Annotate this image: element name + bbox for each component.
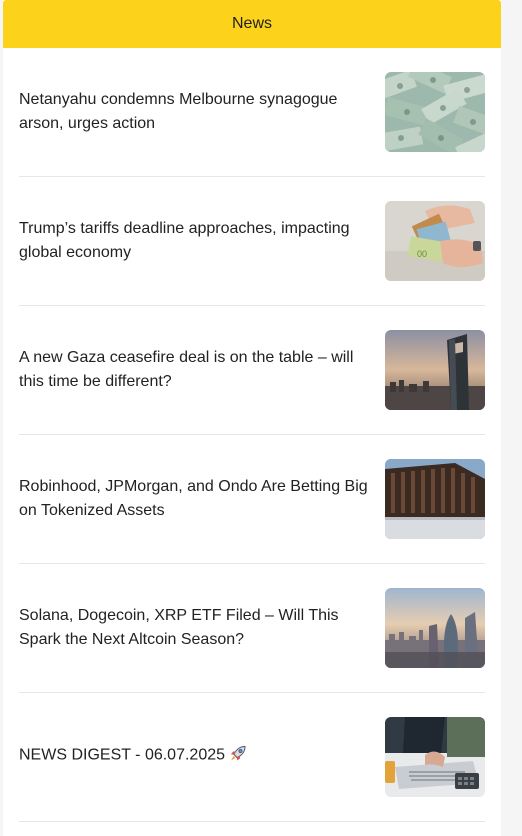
news-widget: News Netanyahu condemns Melbourne synago… <box>3 0 501 836</box>
london-skyline-image[interactable] <box>385 588 485 668</box>
news-item-title[interactable]: Netanyahu condemns Melbourne synagogue a… <box>19 88 371 136</box>
news-item[interactable]: Robinhood, JPMorgan, and Ondo Are Bettin… <box>19 435 485 564</box>
news-list: Netanyahu condemns Melbourne synagogue a… <box>19 48 485 822</box>
svg-text:00: 00 <box>417 249 427 259</box>
news-item-title[interactable]: A new Gaza ceasefire deal is on the tabl… <box>19 346 371 394</box>
news-item-title[interactable]: Robinhood, JPMorgan, and Ondo Are Bettin… <box>19 475 371 523</box>
header-title: News <box>231 15 272 32</box>
news-item-title[interactable]: Solana, Dogecoin, XRP ETF Filed – Will T… <box>19 604 371 652</box>
desk-laptop-calculator-image[interactable] <box>385 717 485 797</box>
news-item[interactable]: Trump’s tariffs deadline approaches, imp… <box>19 177 485 306</box>
news-item[interactable]: NEWS DIGEST - 06.07.2025 <box>19 693 485 822</box>
news-header: News <box>3 0 501 48</box>
rocket-icon <box>229 745 247 771</box>
news-item-title[interactable]: NEWS DIGEST - 06.07.2025 <box>19 744 371 771</box>
modern-building-facade-image[interactable] <box>385 459 485 539</box>
news-item-title[interactable]: Trump’s tariffs deadline approaches, imp… <box>19 217 371 265</box>
skyscraper-city-image[interactable] <box>385 330 485 410</box>
news-item-title-text[interactable]: NEWS DIGEST - 06.07.2025 <box>19 747 225 764</box>
money-counting-hands-image[interactable]: 00 <box>385 201 485 281</box>
news-item[interactable]: Netanyahu condemns Melbourne synagogue a… <box>19 48 485 177</box>
news-item[interactable]: A new Gaza ceasefire deal is on the tabl… <box>19 306 485 435</box>
news-item[interactable]: Solana, Dogecoin, XRP ETF Filed – Will T… <box>19 564 485 693</box>
dollar-bills-image[interactable] <box>385 72 485 152</box>
